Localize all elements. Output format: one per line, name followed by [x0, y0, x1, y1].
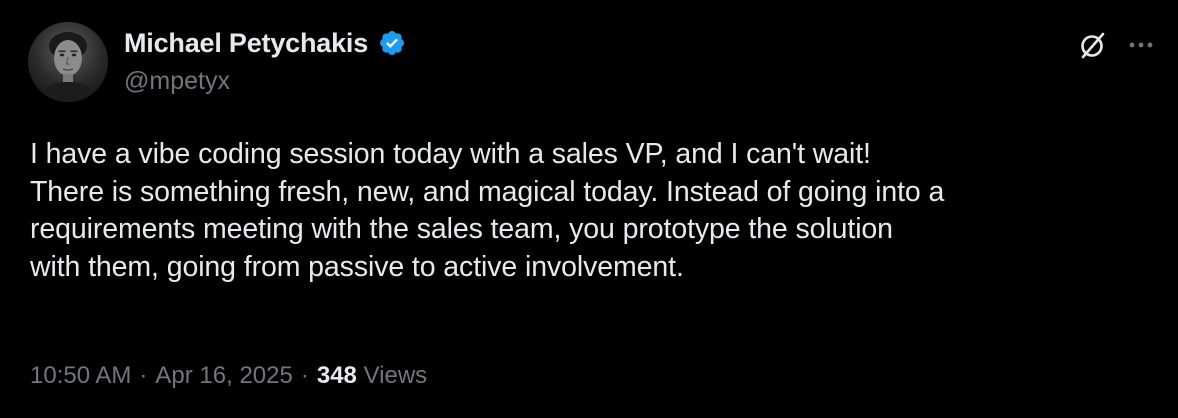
tweet-meta: 10:50 AM · Apr 16, 2025 · 348 Views	[30, 362, 427, 390]
tweet-text: I have a vibe coding session today with …	[30, 138, 945, 283]
author-handle[interactable]: @mpetyx	[124, 67, 230, 96]
tweet-date[interactable]: Apr 16, 2025	[155, 362, 292, 390]
grok-icon[interactable]	[1076, 28, 1110, 62]
tweet-card: Michael Petychakis @mpetyx I have a vibe…	[0, 0, 1178, 418]
tweet-time[interactable]: 10:50 AM	[30, 362, 131, 390]
views-stat[interactable]: 348 Views	[317, 362, 427, 390]
more-options-icon[interactable]	[1124, 28, 1158, 62]
views-label: Views	[363, 362, 428, 389]
meta-separator: ·	[139, 362, 148, 389]
verified-badge-icon	[378, 29, 406, 57]
meta-separator: ·	[300, 362, 309, 389]
avatar-photo-icon	[28, 22, 108, 102]
avatar[interactable]	[28, 22, 108, 102]
views-count: 348	[316, 362, 357, 389]
author-display-name[interactable]: Michael Petychakis	[124, 28, 368, 59]
author-name-row: Michael Petychakis	[124, 25, 406, 61]
tweet-actions	[1076, 28, 1158, 62]
